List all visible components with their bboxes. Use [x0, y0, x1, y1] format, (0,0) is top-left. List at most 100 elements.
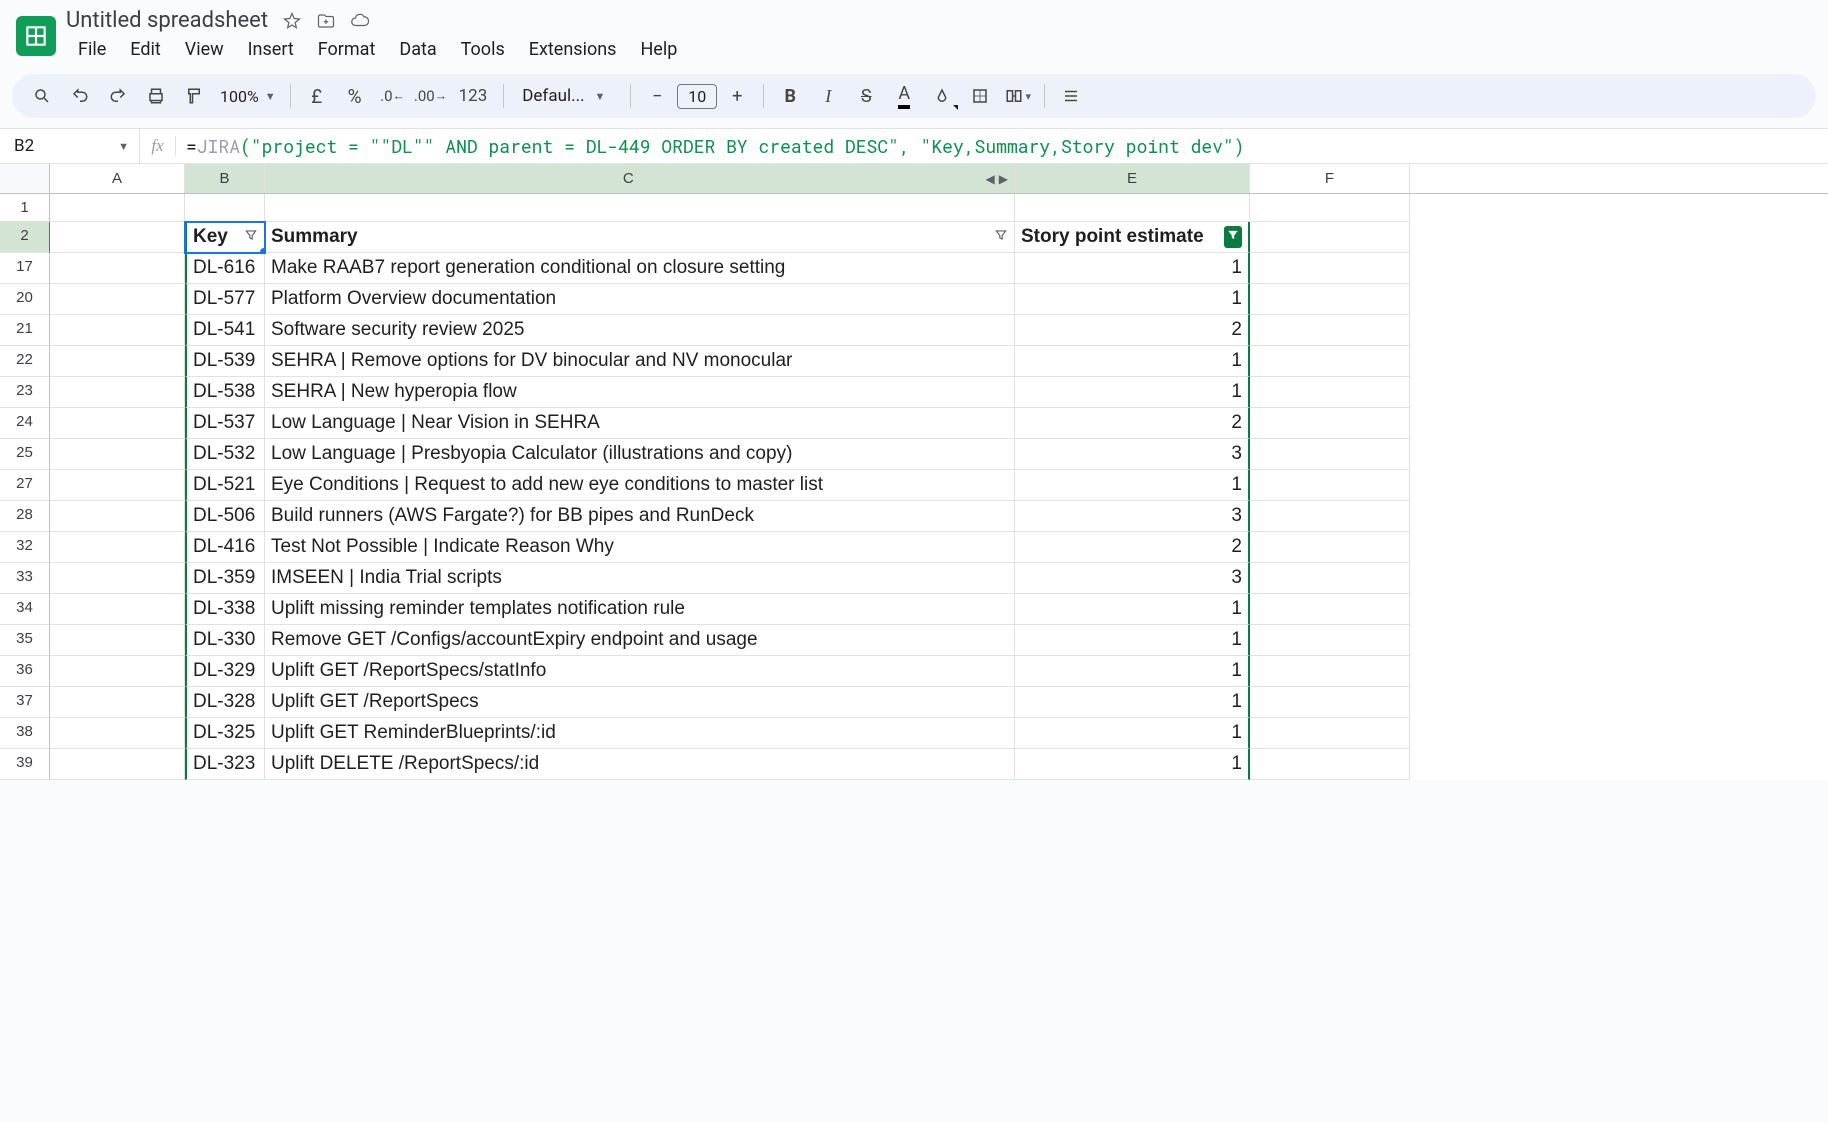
cell-sp[interactable]: 2 — [1015, 408, 1250, 439]
cell-empty[interactable] — [1250, 253, 1410, 284]
cell-empty[interactable] — [1250, 315, 1410, 346]
cell-empty[interactable] — [1250, 718, 1410, 749]
cell[interactable] — [50, 194, 185, 222]
cell-key[interactable]: DL-616 — [185, 253, 265, 284]
cell-sp[interactable]: 2 — [1015, 315, 1250, 346]
cell-summary[interactable]: Uplift DELETE /ReportSpecs/:id — [265, 749, 1015, 780]
menu-format[interactable]: Format — [306, 35, 388, 64]
cell-summary[interactable]: Uplift GET ReminderBlueprints/:id — [265, 718, 1015, 749]
cell-empty[interactable] — [50, 222, 185, 253]
merge-cells-button[interactable]: ▾ — [1000, 80, 1036, 112]
col-header-b[interactable]: B — [185, 164, 265, 193]
borders-button[interactable] — [962, 80, 998, 112]
row-header[interactable]: 37 — [0, 687, 50, 718]
cell-empty[interactable] — [50, 346, 185, 377]
cell-key[interactable]: DL-359 — [185, 563, 265, 594]
cell-empty[interactable] — [50, 377, 185, 408]
star-icon[interactable] — [282, 11, 302, 31]
cell[interactable] — [185, 194, 265, 222]
cell-empty[interactable] — [1250, 284, 1410, 315]
menu-tools[interactable]: Tools — [449, 35, 517, 64]
cell-key[interactable]: DL-577 — [185, 284, 265, 315]
font-size-input[interactable]: 10 — [677, 84, 717, 109]
header-summary-cell[interactable]: Summary — [265, 222, 1015, 253]
cell-sp[interactable]: 3 — [1015, 439, 1250, 470]
cell-summary[interactable]: SEHRA | Remove options for DV binocular … — [265, 346, 1015, 377]
cell-empty[interactable] — [50, 563, 185, 594]
cell-empty[interactable] — [50, 532, 185, 563]
cell-key[interactable]: DL-506 — [185, 501, 265, 532]
cell[interactable] — [1250, 194, 1410, 222]
cell-sp[interactable]: 1 — [1015, 377, 1250, 408]
sheets-logo[interactable] — [16, 16, 56, 56]
cell[interactable] — [1015, 194, 1250, 222]
cell[interactable] — [265, 194, 1015, 222]
row-header[interactable]: 24 — [0, 408, 50, 439]
menu-help[interactable]: Help — [628, 35, 689, 64]
cell-summary[interactable]: Build runners (AWS Fargate?) for BB pipe… — [265, 501, 1015, 532]
redo-icon[interactable] — [100, 80, 136, 112]
cell-empty[interactable] — [1250, 687, 1410, 718]
row-header[interactable]: 25 — [0, 439, 50, 470]
cell-sp[interactable]: 1 — [1015, 687, 1250, 718]
cell-key[interactable]: DL-328 — [185, 687, 265, 718]
font-family-select[interactable]: Defaul... ▼ — [512, 86, 622, 106]
cell-key[interactable]: DL-416 — [185, 532, 265, 563]
cell-empty[interactable] — [50, 749, 185, 780]
fill-color-button[interactable] — [924, 80, 960, 112]
cell-key[interactable]: DL-338 — [185, 594, 265, 625]
cloud-status-icon[interactable] — [350, 11, 370, 31]
row-header[interactable]: 35 — [0, 625, 50, 656]
row-header[interactable]: 33 — [0, 563, 50, 594]
cell-sp[interactable]: 3 — [1015, 563, 1250, 594]
cell-sp[interactable]: 1 — [1015, 253, 1250, 284]
row-header[interactable]: 38 — [0, 718, 50, 749]
document-title[interactable]: Untitled spreadsheet — [66, 8, 268, 33]
undo-icon[interactable] — [62, 80, 98, 112]
paint-format-icon[interactable] — [176, 80, 212, 112]
cell-sp[interactable]: 1 — [1015, 718, 1250, 749]
cell-key[interactable]: DL-325 — [185, 718, 265, 749]
cell-sp[interactable]: 1 — [1015, 284, 1250, 315]
col-header-c[interactable]: C ◀▶ — [265, 164, 1015, 193]
cell-empty[interactable] — [1250, 501, 1410, 532]
col-header-e[interactable]: E — [1015, 164, 1250, 193]
row-header[interactable]: 36 — [0, 656, 50, 687]
cell-sp[interactable]: 2 — [1015, 532, 1250, 563]
menu-extensions[interactable]: Extensions — [517, 35, 629, 64]
cell-empty[interactable] — [1250, 594, 1410, 625]
header-sp-cell[interactable]: Story point estimate — [1015, 222, 1250, 253]
cell-empty[interactable] — [50, 501, 185, 532]
row-header[interactable]: 34 — [0, 594, 50, 625]
cell-summary[interactable]: Uplift missing reminder templates notifi… — [265, 594, 1015, 625]
filter-icon[interactable] — [244, 226, 258, 248]
row-header[interactable]: 21 — [0, 315, 50, 346]
zoom-select[interactable]: 100% ▼ — [214, 87, 282, 106]
cell-sp[interactable]: 1 — [1015, 656, 1250, 687]
cell-summary[interactable]: Make RAAB7 report generation conditional… — [265, 253, 1015, 284]
row-header[interactable]: 39 — [0, 749, 50, 780]
cell-key[interactable]: DL-537 — [185, 408, 265, 439]
more-formats-button[interactable]: 123 — [451, 80, 496, 112]
menu-insert[interactable]: Insert — [236, 35, 306, 64]
cell-empty[interactable] — [1250, 532, 1410, 563]
menu-view[interactable]: View — [173, 35, 236, 64]
cell-summary[interactable]: Eye Conditions | Request to add new eye … — [265, 470, 1015, 501]
increase-decimal-button[interactable]: .00→ — [413, 80, 449, 112]
cell-sp[interactable]: 1 — [1015, 594, 1250, 625]
strikethrough-button[interactable]: S — [848, 80, 884, 112]
print-icon[interactable] — [138, 80, 174, 112]
header-key-cell[interactable]: Key — [185, 222, 265, 253]
cell-empty[interactable] — [1250, 470, 1410, 501]
cell-empty[interactable] — [50, 284, 185, 315]
cell-sp[interactable]: 1 — [1015, 625, 1250, 656]
cell-empty[interactable] — [1250, 377, 1410, 408]
cell-empty[interactable] — [50, 687, 185, 718]
cell-key[interactable]: DL-329 — [185, 656, 265, 687]
filter-active-icon[interactable] — [1224, 226, 1242, 248]
cell-key[interactable]: DL-541 — [185, 315, 265, 346]
cell-empty[interactable] — [50, 439, 185, 470]
menu-data[interactable]: Data — [387, 35, 448, 64]
cell-summary[interactable]: Software security review 2025 — [265, 315, 1015, 346]
cell-summary[interactable]: SEHRA | New hyperopia flow — [265, 377, 1015, 408]
